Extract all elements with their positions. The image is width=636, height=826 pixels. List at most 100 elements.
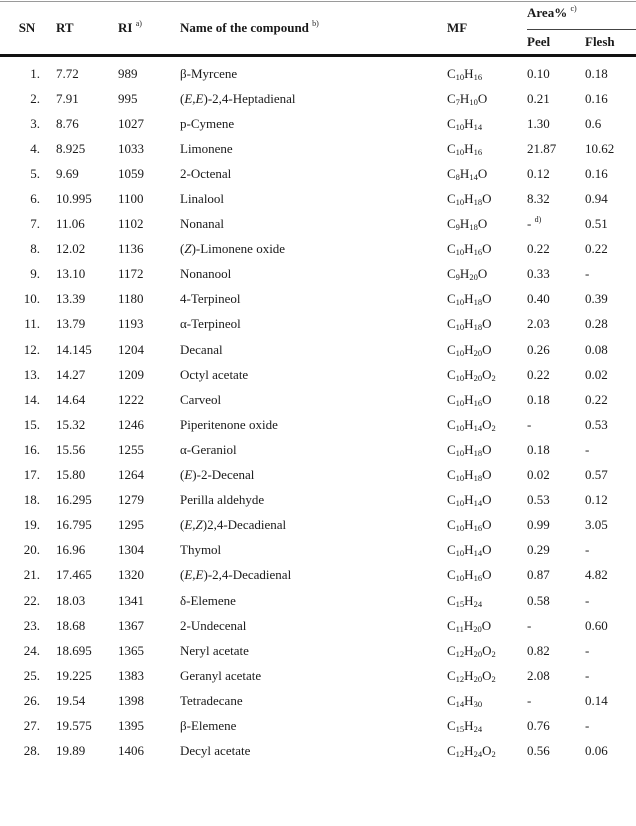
table-row: 22. 18.03 1341 δ-Elemene C15H24 0.58- <box>0 588 636 613</box>
name-segment: Geranyl acetate <box>180 667 262 683</box>
cell-compound-name: Piperitenone oxide <box>180 412 447 437</box>
cell-molecular-formula: C10H18O <box>447 312 527 337</box>
cell-sn: 11. <box>24 316 40 332</box>
cell-rt: 19.575 <box>56 717 92 733</box>
formula-element: C <box>447 216 456 232</box>
formula-element: H <box>464 717 474 733</box>
formula-count: 2 <box>491 749 496 760</box>
table-row: 28. 19.89 1406 Decyl acetate C12H24O2 0.56 0.0… <box>0 739 636 764</box>
header-peel: Peel <box>527 29 585 57</box>
formula-element: C <box>447 441 456 457</box>
cell-rt: 13.10 <box>56 266 86 282</box>
cell-molecular-formula: C9H20O <box>447 262 527 287</box>
formula-count: 10 <box>469 96 478 107</box>
formula-element: H <box>464 492 474 508</box>
cell-flesh-area: 0.6 <box>585 115 602 131</box>
cell-ri: 1341 <box>118 592 144 608</box>
cell-peel-area: 0.02 <box>527 463 585 488</box>
peel-value: - <box>527 216 532 232</box>
cell-sn: 26. <box>23 692 40 708</box>
cell-flesh-area: 4.82 <box>585 567 608 583</box>
peel-value: 0.87 <box>527 567 550 583</box>
table-row: 6. 10.995 1100 Linalool C10H18O 8.32 0.94 <box>0 186 636 211</box>
cell-rt: 11.06 <box>56 216 85 232</box>
cell-peel-area: 1.30 <box>527 111 585 136</box>
cell-compound-name: Neryl acetate <box>180 638 447 663</box>
cell-compound-name: δ-Elemene <box>180 588 447 613</box>
cell-molecular-formula: C14H30 <box>447 688 527 713</box>
cell-peel-area: 0.22 <box>527 237 585 262</box>
table-row: 10. 13.39 1180 4-Terpineol C10H18O 0.40 0.39 <box>0 287 636 312</box>
cell-compound-name: 2-Octenal <box>180 161 447 186</box>
formula-element: O <box>482 341 492 357</box>
table-row: 8. 12.02 1136 (Z)-Limonene oxide C10H16O 0.22… <box>0 237 636 262</box>
cell-flesh-area: 0.18 <box>585 65 608 81</box>
formula-count: 10 <box>455 372 465 383</box>
cell-ri: 1304 <box>118 542 144 558</box>
formula-count: 15 <box>455 723 465 734</box>
cell-compound-name: α-Terpineol <box>180 312 447 337</box>
cell-ri: 1395 <box>118 717 144 733</box>
formula-element: H <box>459 90 470 106</box>
formula-element: C <box>447 642 456 658</box>
cell-compound-name: α-Geraniol <box>180 437 447 462</box>
cell-flesh-area: 0.02 <box>585 366 608 382</box>
formula-count: 10 <box>455 548 465 559</box>
formula-element: H <box>464 517 474 533</box>
formula-element: H <box>464 115 474 131</box>
formula-count: 10 <box>455 498 465 509</box>
cell-molecular-formula: C10H20O2 <box>447 362 527 387</box>
cell-compound-name: Octyl acetate <box>180 362 447 387</box>
name-segment: β-Myrcene <box>180 65 238 81</box>
formula-element: H <box>464 592 474 608</box>
cell-peel-area: 0.33 <box>527 262 585 287</box>
cell-rt: 8.925 <box>56 140 86 156</box>
formula-element: C <box>447 266 456 282</box>
formula-count: 2 <box>491 372 496 383</box>
peel-value: - <box>527 617 532 633</box>
formula-count: 16 <box>473 247 483 258</box>
peel-value: 21.87 <box>527 140 557 156</box>
cell-molecular-formula: C12H20O2 <box>447 638 527 663</box>
formula-count: 14 <box>473 121 483 132</box>
table-row: 15. 15.32 1246 Piperitenone oxide C10H14O2- 0… <box>0 412 636 437</box>
cell-rt: 17.465 <box>56 567 92 583</box>
formula-element: H <box>464 241 474 257</box>
cell-rt: 19.89 <box>56 743 86 759</box>
formula-element: H <box>464 692 474 708</box>
name-segment: E,E <box>184 90 204 106</box>
name-segment: )-2-Decenal <box>192 467 255 483</box>
footnote-marker: d) <box>534 215 542 225</box>
cell-peel-area: 0.21 <box>527 86 585 111</box>
formula-element: H <box>464 667 474 683</box>
cell-flesh-area: 0.94 <box>585 191 608 207</box>
cell-peel-area: 0.29 <box>527 538 585 563</box>
cell-molecular-formula: C7H10O <box>447 86 527 111</box>
peel-value: 8.32 <box>527 191 550 207</box>
cell-molecular-formula: C9H18O <box>447 212 527 237</box>
table-row: 9. 13.10 1172 Nonanool C9H20O 0.33 - <box>0 262 636 287</box>
cell-rt: 19.225 <box>56 667 92 683</box>
cell-flesh-area: 3.05 <box>585 517 608 533</box>
peel-value: 0.22 <box>527 241 550 257</box>
cell-peel-area: 0.10 <box>527 56 585 87</box>
cell-molecular-formula: C10H16 <box>447 136 527 161</box>
formula-element: C <box>447 165 456 181</box>
formula-element: O <box>482 291 492 307</box>
formula-count: 16 <box>473 397 483 408</box>
header-sn: SN <box>0 1 48 57</box>
table-row: 14. 14.64 1222 Carveol C10H16O 0.18 0.22 <box>0 387 636 412</box>
cell-compound-name: 4-Terpineol <box>180 287 447 312</box>
formula-count: 10 <box>455 347 465 358</box>
cell-sn: 16. <box>23 441 40 457</box>
cell-rt: 9.69 <box>56 165 79 181</box>
cell-flesh-area: 0.51 <box>585 216 608 232</box>
cell-peel-area: 0.26 <box>527 337 585 362</box>
cell-rt: 14.64 <box>56 391 86 407</box>
formula-element: O <box>477 216 488 232</box>
table-header: SN RT RI a) Name of the compound b) MF A… <box>0 1 636 57</box>
formula-element: O <box>477 165 488 181</box>
cell-rt: 15.32 <box>56 416 86 432</box>
cell-flesh-area: - <box>585 542 590 558</box>
formula-element: O <box>482 191 492 207</box>
